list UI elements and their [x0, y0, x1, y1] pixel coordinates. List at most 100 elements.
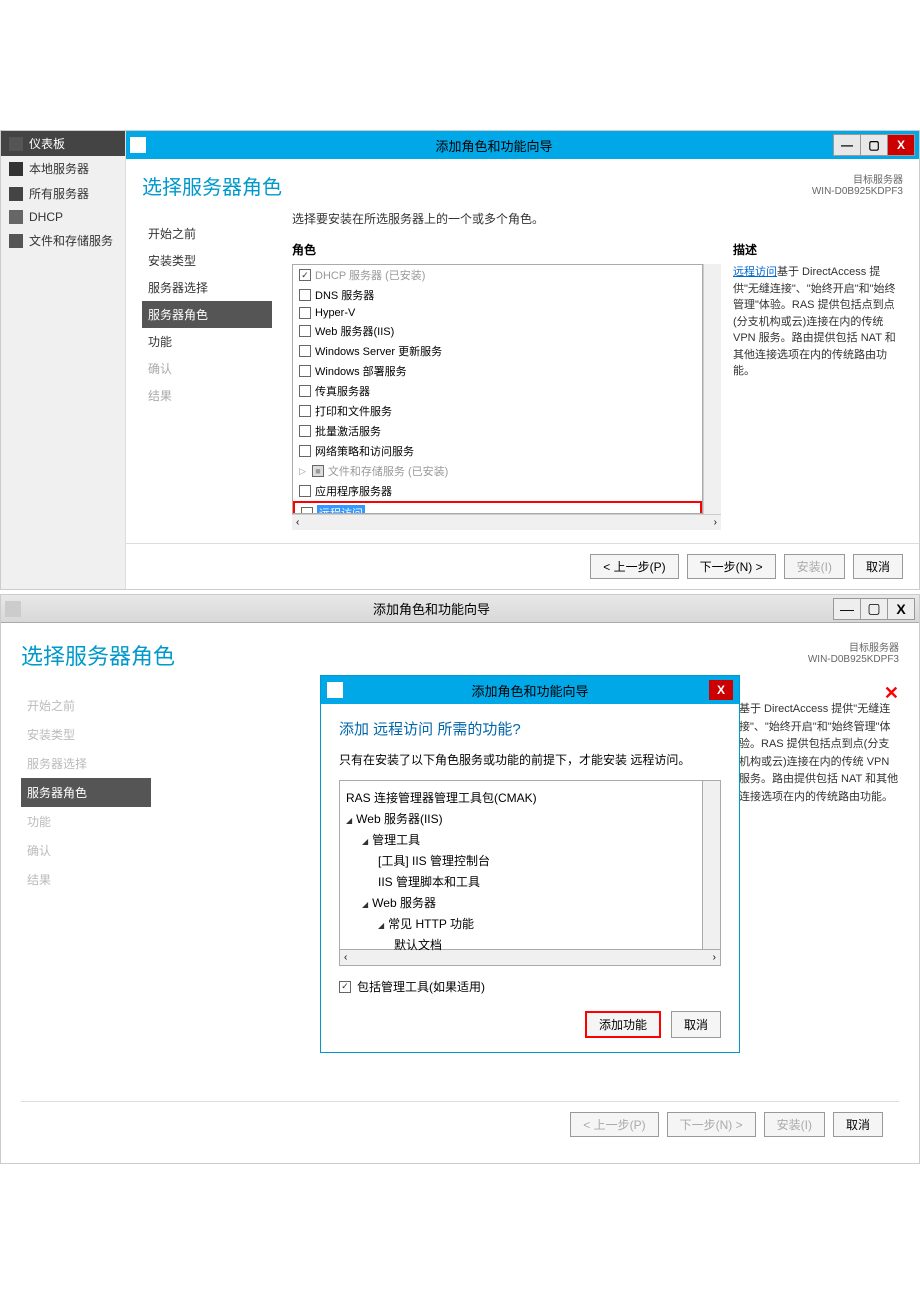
target-label: 目标服务器	[808, 639, 899, 654]
minimize-button[interactable]: —	[833, 598, 861, 620]
app-icon	[5, 601, 21, 617]
feature-http[interactable]: 常见 HTTP 功能	[346, 913, 696, 934]
dialog-close-button[interactable]: X	[709, 680, 733, 700]
roles-listbox[interactable]: DHCP 服务器 (已安装) DNS 服务器 Hyper-V Web 服务器(I…	[292, 264, 703, 514]
include-tools-checkbox[interactable]	[339, 981, 351, 993]
horizontal-scrollbar[interactable]: ‹›	[292, 514, 721, 530]
vertical-scrollbar[interactable]	[703, 780, 721, 950]
role-iis[interactable]: Web 服务器(IIS)	[293, 321, 702, 341]
step-features: 功能	[21, 807, 151, 836]
vertical-scrollbar[interactable]	[703, 264, 721, 514]
role-label: Windows 部署服务	[315, 363, 407, 379]
dialog-question: 添加 远程访问 所需的功能?	[339, 718, 721, 739]
page-title: 选择服务器角色	[21, 639, 175, 671]
add-features-dialog: 添加角色和功能向导 X 添加 远程访问 所需的功能? 只有在安装了以下角色服务或…	[320, 675, 740, 1053]
checkbox-icon[interactable]	[299, 365, 311, 377]
role-wsus[interactable]: Windows Server 更新服务	[293, 341, 702, 361]
step-features[interactable]: 功能	[142, 328, 272, 355]
checkbox-icon[interactable]	[299, 289, 311, 301]
titlebar: 添加角色和功能向导 — ▢ X	[1, 595, 919, 623]
step-before[interactable]: 开始之前	[142, 220, 272, 247]
feature-mgmt-tools[interactable]: 管理工具	[346, 829, 696, 850]
step-type[interactable]: 安装类型	[142, 247, 272, 274]
desc-text: 远程访问基于 DirectAccess 提供"无缝连接"、"始终开启"和"始终管…	[733, 264, 903, 380]
dashboard-icon	[9, 137, 23, 151]
role-label: 网络策略和访问服务	[315, 443, 414, 459]
required-features-tree[interactable]: RAS 连接管理器管理工具包(CMAK) Web 服务器(IIS) 管理工具 […	[339, 780, 703, 950]
role-label: DNS 服务器	[315, 287, 374, 303]
desc-link[interactable]: 远程访问	[733, 266, 777, 278]
titlebar: 添加角色和功能向导 — ▢ X	[126, 131, 919, 159]
close-button[interactable]: X	[887, 134, 915, 156]
role-label: Hyper-V	[315, 307, 355, 319]
maximize-button[interactable]: ▢	[860, 134, 888, 156]
role-label: 远程访问	[317, 505, 365, 514]
feature-iis-console: [工具] IIS 管理控制台	[346, 850, 696, 871]
step-server-select[interactable]: 服务器选择	[142, 274, 272, 301]
wizard-window-1: 仪表板 本地服务器 所有服务器 DHCP 文件和存储服务 添加角色和	[0, 130, 920, 590]
target-server-name: WIN-D0B925KDPF3	[812, 186, 903, 197]
add-features-button[interactable]: 添加功能	[585, 1011, 661, 1038]
step-confirm: 确认	[142, 355, 272, 382]
wizard-buttons: < 上一步(P) 下一步(N) > 安装(I) 取消	[21, 1101, 899, 1147]
role-file-storage[interactable]: ▷■文件和存储服务 (已安装)	[293, 461, 702, 481]
target-server-info: 目标服务器 WIN-D0B925KDPF3	[808, 639, 899, 671]
sidebar-label: 文件和存储服务	[29, 232, 113, 249]
server-icon	[9, 162, 23, 176]
feature-webserver[interactable]: Web 服务器	[346, 892, 696, 913]
role-fax[interactable]: 传真服务器	[293, 381, 702, 401]
role-label: 批量激活服务	[315, 423, 381, 439]
checkbox-icon[interactable]	[299, 345, 311, 357]
roles-header: 角色	[292, 241, 721, 258]
sidebar-item-local[interactable]: 本地服务器	[1, 156, 125, 181]
prev-button[interactable]: < 上一步(P)	[590, 554, 678, 579]
step-server-roles[interactable]: 服务器角色	[142, 301, 272, 328]
minimize-button[interactable]: —	[833, 134, 861, 156]
step-type: 安装类型	[21, 720, 151, 749]
target-label: 目标服务器	[812, 171, 903, 186]
include-tools-row[interactable]: 包括管理工具(如果适用)	[339, 978, 721, 995]
role-print[interactable]: 打印和文件服务	[293, 401, 702, 421]
role-dns[interactable]: DNS 服务器	[293, 285, 702, 305]
step-before: 开始之前	[21, 691, 151, 720]
next-button[interactable]: 下一步(N) >	[687, 554, 776, 579]
close-button[interactable]: X	[887, 598, 915, 620]
sidebar-item-dashboard[interactable]: 仪表板	[1, 131, 125, 156]
checkbox-icon[interactable]	[301, 507, 313, 514]
role-appserver[interactable]: 应用程序服务器	[293, 481, 702, 501]
sidebar-item-file[interactable]: 文件和存储服务	[1, 228, 125, 253]
desc-body: 基于 DirectAccess 提供"无缝连接"、"始终开启"和"始终管理"体验…	[733, 266, 896, 377]
checkbox-icon[interactable]: ■	[312, 465, 324, 477]
prev-button: < 上一步(P)	[570, 1112, 658, 1137]
checkbox-icon[interactable]	[299, 269, 311, 281]
maximize-button[interactable]: ▢	[860, 598, 888, 620]
role-hyperv[interactable]: Hyper-V	[293, 305, 702, 321]
checkbox-icon[interactable]	[299, 307, 311, 319]
role-wds[interactable]: Windows 部署服务	[293, 361, 702, 381]
feature-default-doc: 默认文档	[346, 934, 696, 955]
feature-cmak: RAS 连接管理器管理工具包(CMAK)	[346, 787, 696, 808]
checkbox-icon[interactable]	[299, 425, 311, 437]
role-nps[interactable]: 网络策略和访问服务	[293, 441, 702, 461]
checkbox-icon[interactable]	[299, 485, 311, 497]
cancel-button[interactable]: 取消	[853, 554, 903, 579]
sidebar-label: 所有服务器	[29, 185, 89, 202]
instruction-text: 选择要安装在所选服务器上的一个或多个角色。	[292, 210, 903, 227]
feature-iis[interactable]: Web 服务器(IIS)	[346, 808, 696, 829]
role-remote-access[interactable]: 远程访问	[293, 501, 702, 514]
checkbox-icon[interactable]	[299, 445, 311, 457]
role-vamt[interactable]: 批量激活服务	[293, 421, 702, 441]
server-manager-sidebar: 仪表板 本地服务器 所有服务器 DHCP 文件和存储服务	[1, 131, 126, 589]
checkbox-icon[interactable]	[299, 385, 311, 397]
app-icon	[130, 137, 146, 153]
sidebar-item-all[interactable]: 所有服务器	[1, 181, 125, 206]
sidebar-label: 仪表板	[29, 135, 65, 152]
dialog-cancel-button[interactable]: 取消	[671, 1011, 721, 1038]
role-dhcp[interactable]: DHCP 服务器 (已安装)	[293, 265, 702, 285]
cancel-button[interactable]: 取消	[833, 1112, 883, 1137]
expand-icon[interactable]: ▷	[299, 466, 306, 477]
checkbox-icon[interactable]	[299, 405, 311, 417]
checkbox-icon[interactable]	[299, 325, 311, 337]
install-button: 安装(I)	[764, 1112, 825, 1137]
sidebar-item-dhcp[interactable]: DHCP	[1, 206, 125, 228]
